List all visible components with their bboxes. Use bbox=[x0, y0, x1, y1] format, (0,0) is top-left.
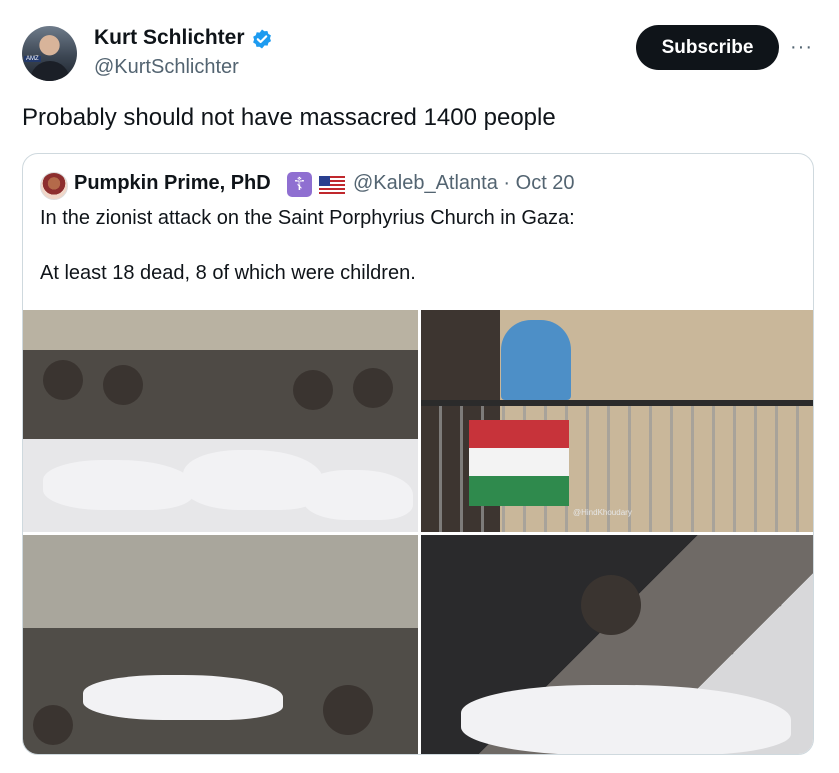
quoted-author-avatar[interactable] bbox=[40, 172, 68, 200]
flag-stripe-white bbox=[469, 448, 569, 476]
orthodox-cross-emoji-icon: ☦ bbox=[287, 172, 312, 197]
photo-grieving-women[interactable] bbox=[421, 535, 813, 754]
quoted-tweet-text-line-1: In the zionist attack on the Saint Porph… bbox=[40, 207, 575, 229]
more-options-icon[interactable]: ··· bbox=[790, 36, 813, 59]
author-handle[interactable]: @KurtSchlichter bbox=[94, 56, 239, 79]
quoted-author-handle[interactable]: @Kaleb_Atlanta bbox=[353, 172, 498, 194]
avatar-badge-icon: AMZ bbox=[24, 56, 41, 62]
author-display-name[interactable]: Kurt Schlichter bbox=[94, 26, 245, 50]
quoted-tweet-text-line-2: At least 18 dead, 8 of which were childr… bbox=[40, 262, 416, 284]
flag-stripe-green bbox=[469, 476, 569, 506]
photo-mourners-crowd[interactable] bbox=[23, 310, 418, 532]
photo-watermark: @HindKhoudary bbox=[573, 508, 632, 517]
meta-separator: · bbox=[503, 172, 511, 194]
verified-badge-icon bbox=[253, 29, 271, 49]
priest-figure bbox=[501, 320, 571, 400]
flag-stripe-red bbox=[469, 420, 569, 448]
quoted-author-display-name[interactable]: Pumpkin Prime, PhD bbox=[74, 172, 271, 195]
subscribe-button[interactable]: Subscribe bbox=[636, 25, 779, 70]
quoted-tweet-date[interactable]: Oct 20 bbox=[516, 172, 575, 194]
quoted-tweet-meta: @Kaleb_Atlanta · Oct 20 bbox=[353, 172, 575, 195]
avatar-figure bbox=[30, 61, 70, 81]
photo-church-courtyard[interactable] bbox=[23, 535, 418, 754]
us-flag-emoji-icon bbox=[319, 176, 345, 194]
quoted-tweet-card[interactable]: Pumpkin Prime, PhD ☦ @Kaleb_Atlanta · Oc… bbox=[22, 153, 814, 755]
photo-priest-balcony[interactable]: @HindKhoudary bbox=[421, 310, 813, 532]
tweet-text: Probably should not have massacred 1400 … bbox=[22, 104, 556, 131]
author-avatar[interactable]: AMZ bbox=[22, 26, 77, 81]
